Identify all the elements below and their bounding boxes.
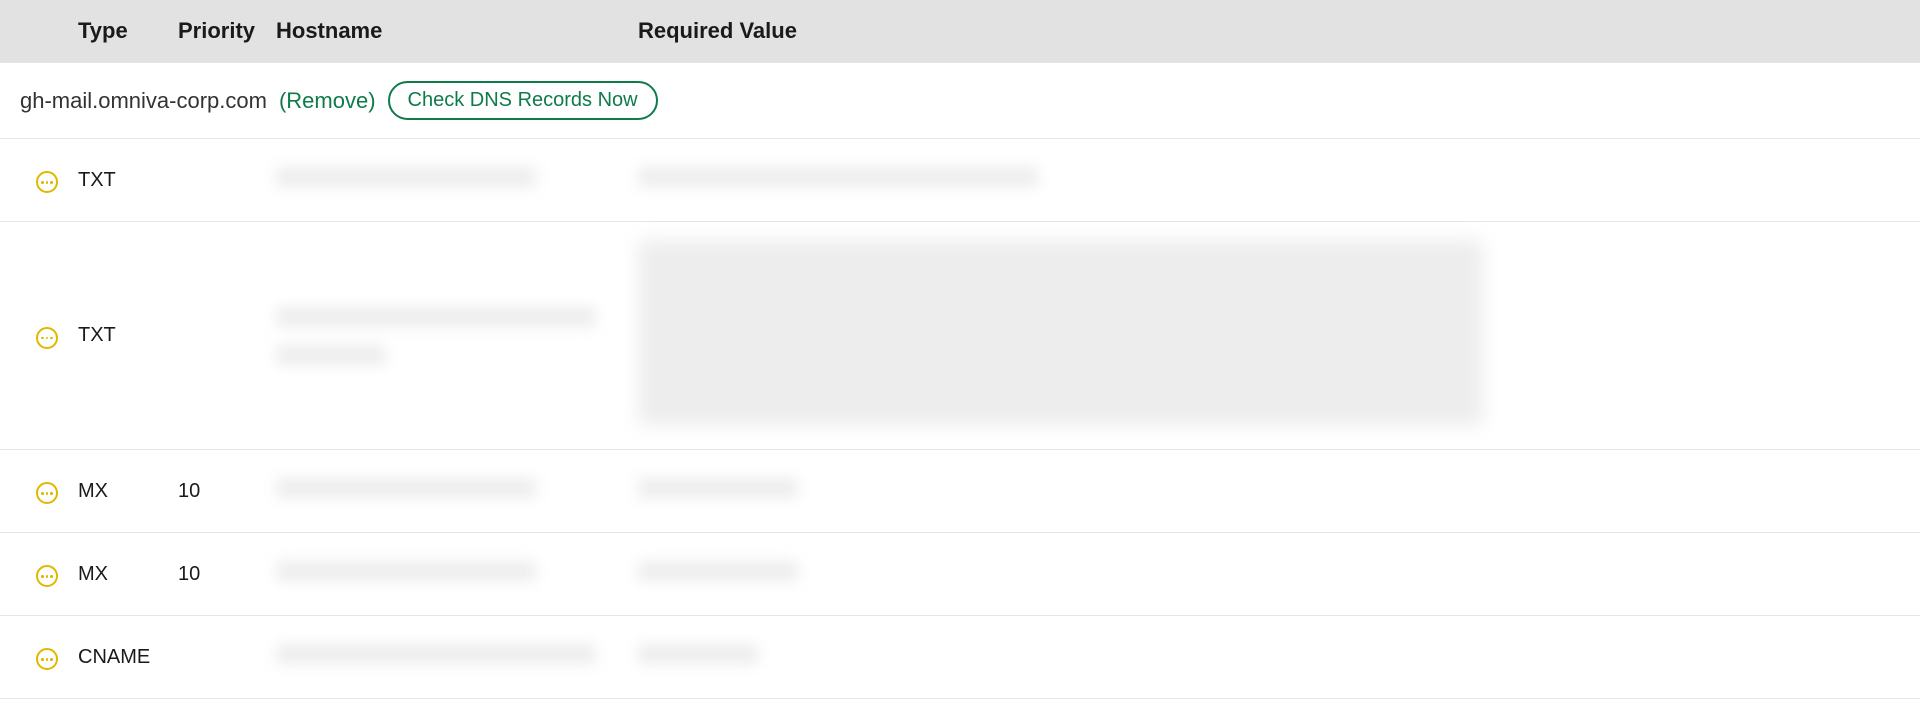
dns-records-table: Type Priority Hostname Required Value gh…: [0, 0, 1920, 699]
value-cell: [638, 478, 1920, 504]
hostname-cell: [276, 167, 638, 193]
priority-cell: 10: [178, 563, 276, 586]
redacted-value: [638, 240, 1483, 425]
redacted-text: [276, 561, 536, 581]
value-cell: [638, 561, 1920, 587]
col-value-header: Required Value: [638, 18, 1920, 44]
priority-cell: 10: [178, 480, 276, 503]
domain-row: gh-mail.omniva-corp.com (Remove) Check D…: [0, 63, 1920, 139]
pending-status-icon: [36, 482, 58, 504]
col-hostname-header: Hostname: [276, 18, 638, 44]
value-cell: [638, 234, 1920, 437]
type-cell: TXT: [78, 169, 178, 192]
records-list: TXTTXTMX10MX10CNAME: [0, 139, 1920, 699]
type-cell: TXT: [78, 324, 178, 347]
hostname-cell: [276, 644, 638, 670]
dns-record-row: TXT: [0, 139, 1920, 222]
redacted-hostname: [276, 345, 386, 365]
redacted-hostname: [276, 307, 596, 327]
type-cell: MX: [78, 563, 178, 586]
pending-status-icon: [36, 648, 58, 670]
pending-status-icon: [36, 171, 58, 193]
table-header-row: Type Priority Hostname Required Value: [0, 0, 1920, 63]
redacted-text: [276, 644, 596, 664]
status-cell: [0, 644, 78, 671]
hostname-cell: [276, 561, 638, 587]
remove-domain-link[interactable]: (Remove): [279, 88, 376, 114]
redacted-text: [638, 644, 758, 664]
status-cell: [0, 322, 78, 349]
domain-name: gh-mail.omniva-corp.com: [20, 88, 267, 114]
hostname-cell: [276, 478, 638, 504]
redacted-text: [638, 561, 798, 581]
redacted-text: [638, 478, 798, 498]
status-cell: [0, 478, 78, 505]
dns-record-row: CNAME: [0, 616, 1920, 699]
col-type-header: Type: [78, 18, 178, 44]
redacted-text: [276, 478, 536, 498]
status-cell: [0, 167, 78, 194]
dns-record-row: MX10: [0, 533, 1920, 616]
value-cell: [638, 167, 1920, 193]
type-cell: CNAME: [78, 646, 178, 669]
value-cell: [638, 644, 1920, 670]
pending-status-icon: [36, 565, 58, 587]
redacted-text: [276, 167, 536, 187]
pending-status-icon: [36, 327, 58, 349]
dns-record-row: MX10: [0, 450, 1920, 533]
type-cell: MX: [78, 480, 178, 503]
status-cell: [0, 561, 78, 588]
dns-record-row: TXT: [0, 222, 1920, 450]
col-priority-header: Priority: [178, 18, 276, 44]
check-dns-button[interactable]: Check DNS Records Now: [388, 81, 658, 120]
hostname-cell: [276, 301, 638, 371]
redacted-text: [638, 167, 1038, 187]
